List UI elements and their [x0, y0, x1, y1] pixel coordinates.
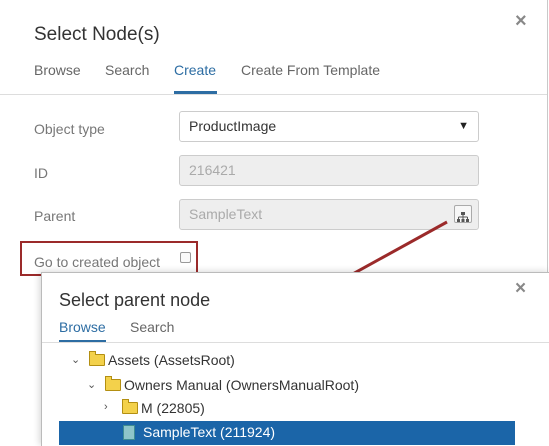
folder-icon — [89, 351, 105, 366]
tree-node-label: SampleText (211924) — [143, 424, 276, 440]
tab-search[interactable]: Search — [105, 62, 149, 78]
tab-search[interactable]: Search — [130, 319, 174, 335]
hierarchy-icon[interactable] — [454, 205, 472, 223]
tree-node-label: Assets (AssetsRoot) — [108, 352, 235, 368]
go-to-created-label: Go to created object — [34, 254, 161, 270]
header-divider — [42, 342, 549, 343]
parent-dialog-title: Select parent node — [59, 290, 211, 310]
close-icon[interactable]: × — [515, 10, 527, 32]
object-type-value: ProductImage — [189, 118, 277, 134]
close-icon[interactable]: × — [515, 278, 526, 300]
id-label: ID — [34, 165, 48, 181]
parent-label: Parent — [34, 208, 76, 224]
tab-create-from-template[interactable]: Create From Template — [241, 62, 380, 78]
header-divider — [0, 94, 547, 95]
object-type-label: Object type — [34, 121, 105, 137]
parent-value: SampleText — [189, 206, 263, 222]
tree-node-label: Owners Manual (OwnersManualRoot) — [124, 377, 359, 393]
tree-node-selected[interactable]: SampleText (211924) — [59, 421, 515, 445]
tab-browse[interactable]: Browse — [34, 62, 81, 78]
select-parent-node-dialog: Select parent node × Browse Search ⌄ Ass… — [41, 272, 549, 446]
tree-node-label: M (22805) — [141, 400, 205, 416]
dialog-title: Select Node(s) — [34, 24, 160, 45]
chevron-right-icon[interactable]: › — [104, 401, 116, 413]
chevron-down-icon[interactable]: ⌄ — [87, 378, 99, 391]
dropdown-caret-icon: ▼ — [458, 120, 469, 132]
tab-browse[interactable]: Browse — [59, 319, 106, 335]
parent-field: SampleText — [179, 199, 479, 230]
tab-create[interactable]: Create — [174, 62, 216, 78]
id-field: 216421 — [179, 155, 479, 186]
text-document-icon — [123, 425, 135, 440]
object-type-select[interactable]: ProductImage ▼ — [179, 111, 479, 142]
go-to-created-checkbox[interactable] — [180, 252, 191, 263]
chevron-down-icon[interactable]: ⌄ — [71, 353, 83, 366]
folder-icon — [122, 399, 138, 414]
folder-icon — [105, 376, 121, 391]
id-value: 216421 — [189, 162, 236, 178]
